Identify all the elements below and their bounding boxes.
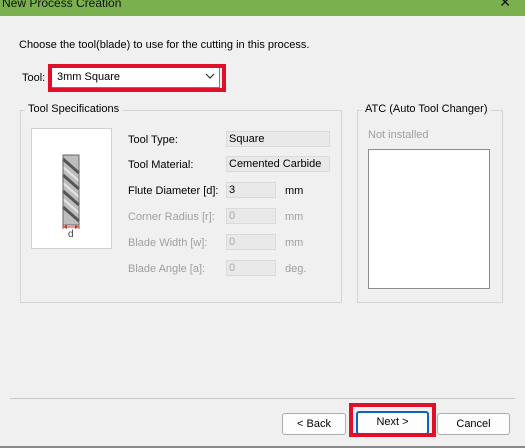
- window-title: New Process Creation: [2, 0, 122, 10]
- tool-diagram: d: [31, 128, 112, 249]
- diameter-label: d: [68, 229, 74, 240]
- tool-select-highlight: [48, 64, 226, 92]
- cancel-button[interactable]: Cancel: [437, 413, 510, 435]
- corner-radius-value: 0: [226, 208, 276, 224]
- tool-label: Tool:: [22, 72, 46, 84]
- tool-specs-title: Tool Specifications: [25, 103, 123, 115]
- blade-width-label: Blade Width [w]:: [128, 237, 208, 249]
- blade-angle-label: Blade Angle [a]:: [128, 263, 206, 275]
- blade-width-value: 0: [226, 234, 276, 250]
- title-bar: New Process Creation ✕: [0, 0, 525, 16]
- flute-diameter-label: Flute Diameter [d]:: [128, 185, 219, 197]
- flute-diameter-value: 3: [226, 182, 276, 198]
- atc-list: [368, 149, 490, 289]
- blade-angle-unit: deg.: [285, 263, 307, 275]
- next-button-highlight: [349, 403, 436, 437]
- close-icon[interactable]: ✕: [499, 0, 511, 9]
- atc-status: Not installed: [368, 129, 429, 141]
- tool-material-value: Cemented Carbide: [226, 156, 330, 172]
- blade-width-unit: mm: [285, 237, 304, 249]
- button-separator: [10, 398, 515, 399]
- back-button[interactable]: < Back: [282, 413, 346, 435]
- instruction-text: Choose the tool(blade) to use for the cu…: [19, 39, 310, 51]
- corner-radius-label: Corner Radius [r]:: [128, 211, 215, 223]
- blade-angle-value: 0: [226, 260, 276, 276]
- flute-diameter-unit: mm: [285, 185, 304, 197]
- tool-type-value: Square: [226, 131, 330, 147]
- corner-radius-unit: mm: [285, 211, 304, 223]
- tool-type-label: Tool Type:: [128, 134, 178, 146]
- tool-material-label: Tool Material:: [128, 159, 194, 171]
- atc-title: ATC (Auto Tool Changer): [362, 103, 491, 115]
